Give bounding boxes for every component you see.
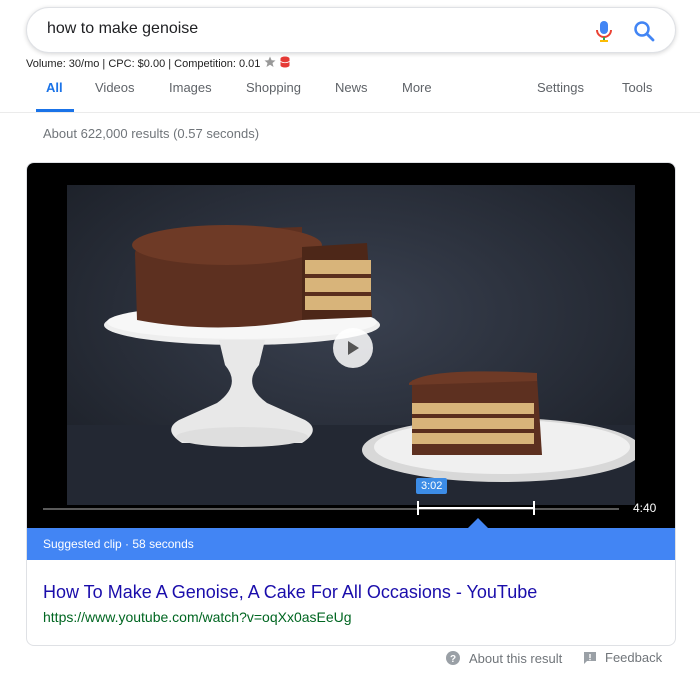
tab-all[interactable]: All xyxy=(46,80,63,95)
feedback-icon xyxy=(584,651,596,664)
search-icon[interactable] xyxy=(632,19,656,43)
video-player[interactable]: 3:02 4:40 xyxy=(27,163,675,528)
tab-shopping[interactable]: Shopping xyxy=(246,80,301,95)
search-tabs: All Videos Images Shopping News More Set… xyxy=(0,72,700,112)
suggested-clip-range[interactable] xyxy=(417,501,535,515)
tab-images[interactable]: Images xyxy=(169,80,212,95)
feedback-link[interactable]: Feedback xyxy=(583,650,662,665)
database-icon[interactable] xyxy=(280,56,291,71)
suggested-clip-banner: Suggested clip · 58 seconds xyxy=(27,528,675,560)
star-icon[interactable] xyxy=(264,56,276,71)
result-stats: About 622,000 results (0.57 seconds) xyxy=(43,126,260,141)
result-url[interactable]: https://www.youtube.com/watch?v=oqXx0asE… xyxy=(43,609,352,625)
tab-news[interactable]: News xyxy=(335,80,368,95)
clip-pointer xyxy=(468,518,488,528)
tab-tools[interactable]: Tools xyxy=(622,80,652,95)
play-button[interactable] xyxy=(333,328,373,368)
tab-videos[interactable]: Videos xyxy=(95,80,135,95)
about-this-result[interactable]: ? About this result xyxy=(445,650,562,666)
microphone-icon[interactable] xyxy=(593,19,615,43)
svg-text:?: ? xyxy=(450,654,456,665)
search-query[interactable]: how to make genoise xyxy=(47,20,198,38)
play-icon xyxy=(348,341,359,355)
video-duration: 4:40 xyxy=(633,501,657,515)
feedback-label: Feedback xyxy=(605,650,663,665)
keyword-stats: Volume: 30/mo | CPC: $0.00 | Competition… xyxy=(26,56,291,71)
tabs-divider xyxy=(0,112,700,113)
result-title-link[interactable]: How To Make A Genoise, A Cake For All Oc… xyxy=(43,582,537,603)
about-this-result-label: About this result xyxy=(469,650,563,666)
search-box[interactable]: how to make genoise xyxy=(26,7,676,53)
clip-start-time: 3:02 xyxy=(416,478,448,494)
keyword-stats-text: Volume: 30/mo | CPC: $0.00 | Competition… xyxy=(26,57,261,70)
help-icon: ? xyxy=(446,651,460,665)
video-result-card: 3:02 4:40 Suggested clip · 58 seconds Ho… xyxy=(26,162,676,646)
tab-more[interactable]: More xyxy=(402,80,432,95)
tab-settings[interactable]: Settings xyxy=(537,80,584,95)
